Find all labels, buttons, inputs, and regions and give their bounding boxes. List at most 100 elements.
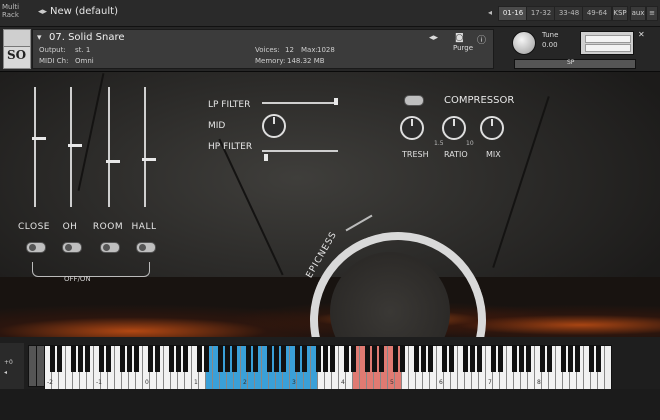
black-key[interactable] bbox=[155, 346, 160, 372]
rack-arrows-icon[interactable]: ◂▸ bbox=[38, 7, 47, 17]
black-key[interactable] bbox=[344, 346, 349, 372]
black-key[interactable] bbox=[50, 346, 55, 372]
prev-instrument-icon[interactable]: ◂▸ bbox=[429, 33, 438, 43]
black-key[interactable] bbox=[372, 346, 377, 372]
black-key[interactable] bbox=[183, 346, 188, 372]
hp-filter-handle[interactable] bbox=[264, 154, 268, 161]
output-value[interactable]: st. 1 bbox=[75, 46, 90, 54]
black-key[interactable] bbox=[302, 346, 307, 372]
max-value[interactable]: 1028 bbox=[317, 46, 335, 54]
toggle-close[interactable] bbox=[26, 242, 46, 253]
mix-knob[interactable] bbox=[480, 116, 504, 140]
toggle-room[interactable] bbox=[100, 242, 120, 253]
black-key[interactable] bbox=[85, 346, 90, 372]
black-key[interactable] bbox=[575, 346, 580, 372]
black-key[interactable] bbox=[71, 346, 76, 372]
black-key[interactable] bbox=[148, 346, 153, 372]
black-key[interactable] bbox=[330, 346, 335, 372]
instrument-name[interactable]: 07. Solid Snare bbox=[49, 32, 125, 43]
black-key[interactable] bbox=[477, 346, 482, 372]
black-key[interactable] bbox=[561, 346, 566, 372]
black-key[interactable] bbox=[169, 346, 174, 372]
black-key[interactable] bbox=[540, 346, 545, 372]
tab-49-64[interactable]: 49-64 bbox=[582, 6, 612, 21]
lp-filter-handle[interactable] bbox=[334, 98, 338, 105]
close-icon[interactable]: ✕ bbox=[638, 30, 645, 39]
black-key[interactable] bbox=[589, 346, 594, 372]
black-key[interactable] bbox=[470, 346, 475, 372]
black-key[interactable] bbox=[127, 346, 132, 372]
piano-keyboard[interactable]: -2 -1 0 1 2 3 4 5 6 7 8 bbox=[44, 345, 612, 391]
tune-value[interactable]: 0.00 bbox=[542, 41, 558, 49]
black-key[interactable] bbox=[134, 346, 139, 372]
lp-filter-slider[interactable] bbox=[262, 102, 338, 104]
black-key[interactable] bbox=[393, 346, 398, 372]
black-key[interactable] bbox=[365, 346, 370, 372]
wrench-icon[interactable]: ▾ bbox=[37, 33, 42, 43]
black-key[interactable] bbox=[400, 346, 405, 372]
black-key[interactable] bbox=[274, 346, 279, 372]
fader-handle[interactable] bbox=[142, 158, 156, 161]
epicness-dial[interactable] bbox=[285, 207, 511, 337]
toggle-hall[interactable] bbox=[136, 242, 156, 253]
black-key[interactable] bbox=[421, 346, 426, 372]
tab-17-32[interactable]: 17-32 bbox=[526, 6, 556, 21]
toggle-oh[interactable] bbox=[62, 242, 82, 253]
black-key[interactable] bbox=[512, 346, 517, 372]
black-key[interactable] bbox=[596, 346, 601, 372]
black-key[interactable] bbox=[547, 346, 552, 372]
ksp-button[interactable]: KSP bbox=[612, 6, 628, 21]
info-icon[interactable]: ⓘ bbox=[477, 33, 486, 46]
black-key[interactable] bbox=[197, 346, 202, 372]
black-key[interactable] bbox=[295, 346, 300, 372]
octave-down-icon[interactable]: ◂ bbox=[4, 369, 7, 376]
black-key[interactable] bbox=[232, 346, 237, 372]
black-key[interactable] bbox=[519, 346, 524, 372]
black-key[interactable] bbox=[568, 346, 573, 372]
black-key[interactable] bbox=[106, 346, 111, 372]
mid-knob[interactable] bbox=[262, 114, 286, 138]
hp-filter-slider[interactable] bbox=[262, 150, 338, 152]
purge-button[interactable]: Purge bbox=[453, 44, 473, 52]
black-key[interactable] bbox=[316, 346, 321, 372]
menu-icon[interactable]: ≡ bbox=[646, 6, 658, 21]
fader-handle[interactable] bbox=[68, 144, 82, 147]
black-key[interactable] bbox=[57, 346, 62, 372]
black-key[interactable] bbox=[442, 346, 447, 372]
black-key[interactable] bbox=[225, 346, 230, 372]
black-key[interactable] bbox=[281, 346, 286, 372]
black-key[interactable] bbox=[449, 346, 454, 372]
black-key[interactable] bbox=[218, 346, 223, 372]
fader-oh[interactable] bbox=[64, 87, 82, 207]
black-key[interactable] bbox=[204, 346, 209, 372]
tab-01-16[interactable]: 01-16 bbox=[498, 6, 528, 21]
black-key[interactable] bbox=[246, 346, 251, 372]
pan-slider[interactable]: SP bbox=[514, 59, 636, 69]
black-key[interactable] bbox=[120, 346, 125, 372]
black-key[interactable] bbox=[379, 346, 384, 372]
black-key[interactable] bbox=[99, 346, 104, 372]
black-key[interactable] bbox=[428, 346, 433, 372]
prev-page-icon[interactable]: ◂ bbox=[488, 8, 492, 17]
fader-handle[interactable] bbox=[106, 160, 120, 163]
black-key[interactable] bbox=[414, 346, 419, 372]
black-key[interactable] bbox=[267, 346, 272, 372]
fader-handle[interactable] bbox=[32, 137, 46, 140]
fader-hall[interactable] bbox=[138, 87, 156, 207]
rack-name[interactable]: New (default) bbox=[50, 6, 118, 17]
midi-value[interactable]: Omni bbox=[75, 57, 94, 65]
black-key[interactable] bbox=[498, 346, 503, 372]
black-key[interactable] bbox=[323, 346, 328, 372]
black-key[interactable] bbox=[463, 346, 468, 372]
ratio-knob[interactable] bbox=[442, 116, 466, 140]
black-key[interactable] bbox=[526, 346, 531, 372]
compressor-toggle[interactable] bbox=[404, 95, 424, 106]
fader-close[interactable] bbox=[28, 87, 46, 207]
fader-room[interactable] bbox=[102, 87, 120, 207]
tab-33-48[interactable]: 33-48 bbox=[554, 6, 584, 21]
tune-knob[interactable] bbox=[512, 31, 536, 55]
black-key[interactable] bbox=[176, 346, 181, 372]
black-key[interactable] bbox=[253, 346, 258, 372]
black-key[interactable] bbox=[491, 346, 496, 372]
aux-button[interactable]: aux bbox=[630, 6, 646, 21]
